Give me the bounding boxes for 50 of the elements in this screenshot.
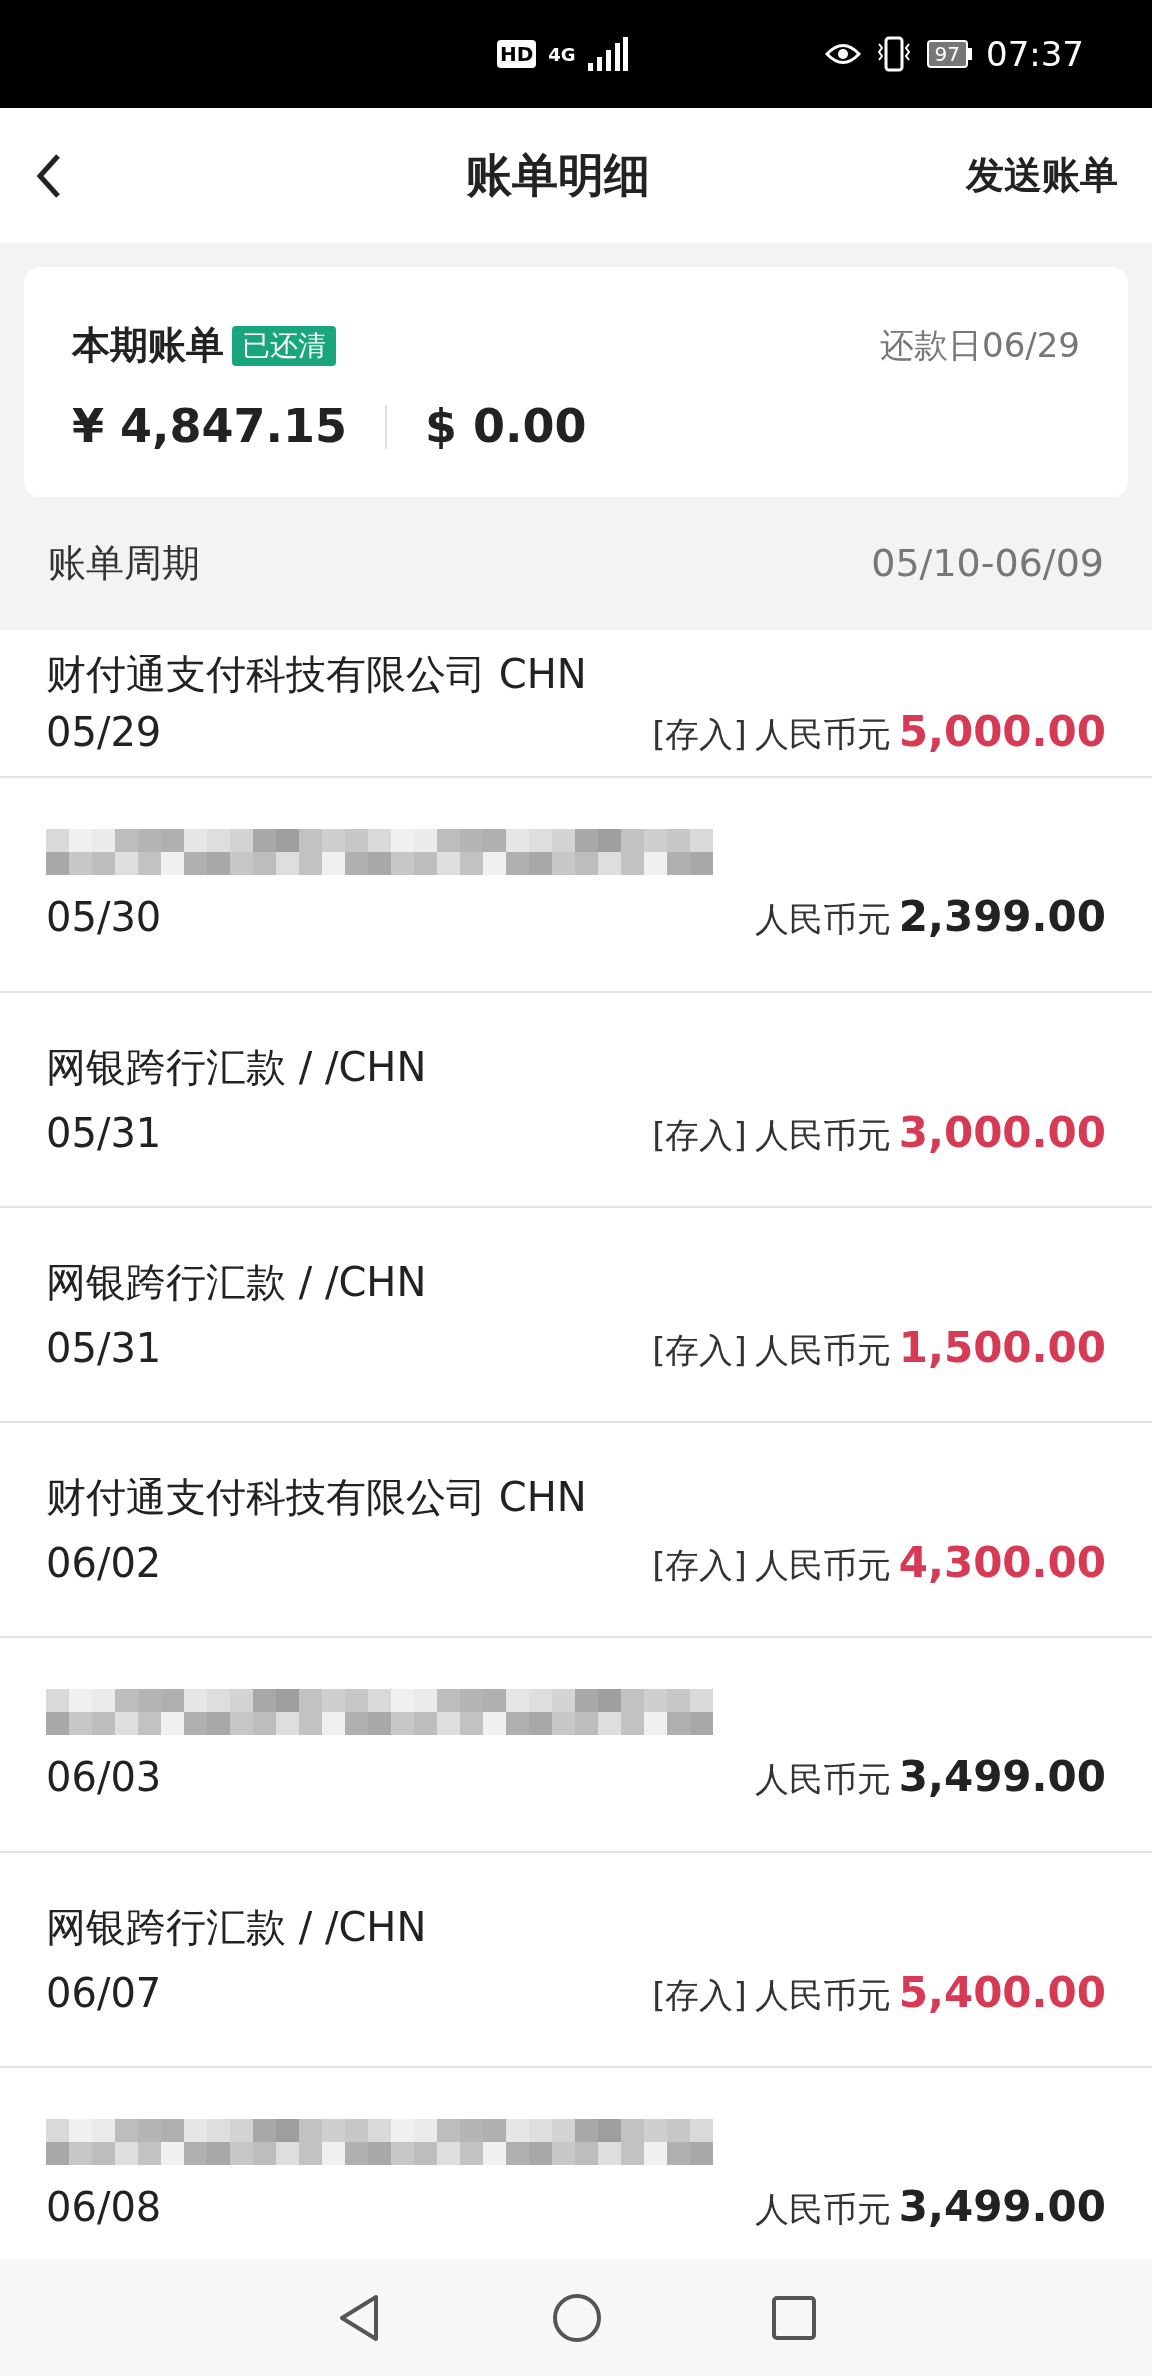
transaction-description: 网银跨行汇款 / /CHN	[46, 1042, 428, 1091]
deposit-tag: [存入]	[652, 1542, 747, 1587]
page-title: 账单明细	[465, 147, 650, 204]
transaction-amount: 3,000.00	[898, 1108, 1106, 1157]
currency-label: 人民币元	[754, 2187, 891, 2231]
transaction-amount: 1,500.00	[898, 1323, 1106, 1372]
transaction-date: 05/29	[46, 708, 162, 756]
currency-label: 人民币元	[754, 1328, 891, 1372]
deposit-tag: [存入]	[652, 1112, 747, 1157]
transaction-amount: 5,400.00	[898, 1968, 1106, 2017]
transaction-date: 06/03	[46, 1752, 162, 1801]
recents-nav-icon[interactable]	[772, 2295, 816, 2340]
deposit-tag: [存入]	[652, 712, 747, 756]
due-date: 还款日06/29	[880, 324, 1080, 367]
signal-icon	[587, 37, 628, 71]
paid-badge: 已还清	[232, 325, 336, 366]
send-bill-button[interactable]: 发送账单	[966, 147, 1118, 204]
transaction-amount: 4,300.00	[898, 1538, 1106, 1587]
period-label: 账单周期	[48, 540, 200, 587]
transaction-amount: 2,399.00	[898, 892, 1106, 941]
transaction-date: 05/30	[46, 892, 162, 941]
summary-title: 本期账单	[72, 322, 224, 369]
transaction-description: 财付通支付科技有限公司 CHN	[46, 1472, 588, 1521]
deposit-tag: [存入]	[652, 1972, 747, 2017]
eye-icon	[824, 41, 861, 67]
transaction-date: 06/02	[46, 1538, 162, 1587]
currency-label: 人民币元	[754, 1543, 891, 1587]
usd-amount: $ 0.00	[425, 398, 587, 455]
currency-label: 人民币元	[754, 1757, 891, 1801]
cny-amount: ¥ 4,847.15	[72, 398, 347, 455]
hd-icon: HD	[496, 40, 537, 68]
transaction-date: 06/08	[46, 2182, 162, 2231]
transaction-date: 05/31	[46, 1323, 162, 1372]
currency-label: 人民币元	[754, 1113, 891, 1157]
clock: 07:37	[986, 32, 1084, 76]
transaction-description: 网银跨行汇款 / /CHN	[46, 1902, 428, 1951]
currency-label: 人民币元	[754, 713, 891, 756]
transaction-description: 网银跨行汇款 / /CHN	[46, 1257, 428, 1306]
network-type: 4G	[548, 42, 576, 67]
currency-label: 人民币元	[754, 1973, 891, 2017]
period-range: 05/10-06/09	[871, 540, 1104, 587]
deposit-tag: [存入]	[652, 1327, 747, 1372]
currency-label: 人民币元	[754, 897, 891, 941]
transaction-amount: 3,499.00	[898, 1752, 1106, 1801]
transaction-date: 06/07	[46, 1968, 162, 2017]
transaction-amount: 3,499.00	[898, 2182, 1106, 2231]
transaction-amount: 5,000.00	[898, 708, 1106, 756]
home-nav-icon[interactable]	[552, 2292, 602, 2343]
transaction-description: 财付通支付科技有限公司 CHN	[46, 650, 588, 698]
transaction-date: 05/31	[46, 1108, 162, 1157]
